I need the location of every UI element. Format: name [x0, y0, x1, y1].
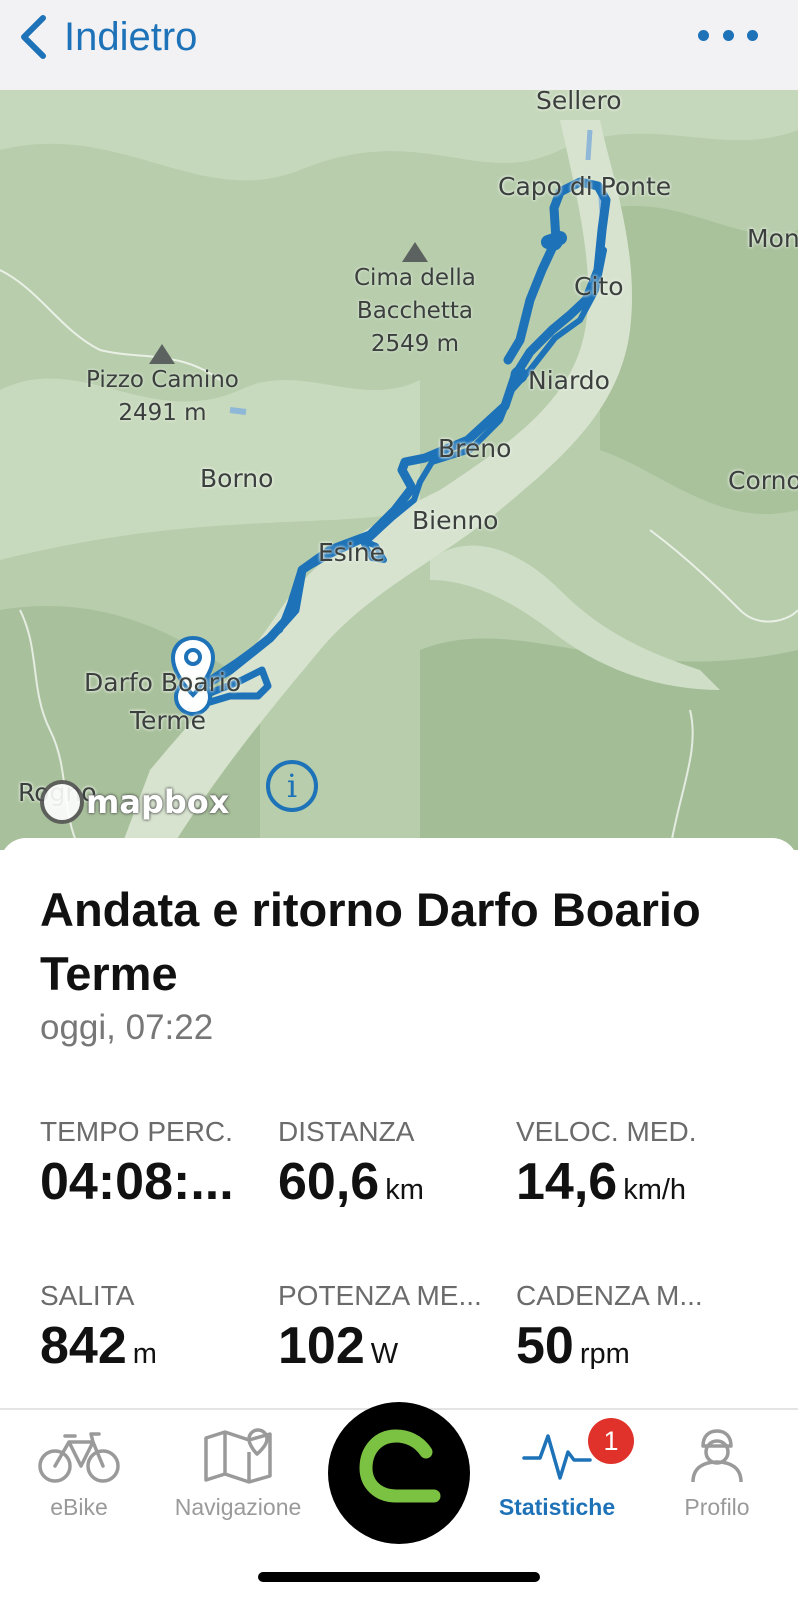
peak-label: Pizzo Camino 2491 m: [86, 344, 239, 430]
tab-profile[interactable]: Profilo: [642, 1428, 792, 1521]
start-ride-button[interactable]: [328, 1402, 470, 1544]
place-label: Niardo: [528, 366, 610, 395]
more-horizontal-icon: [698, 29, 709, 41]
stat-avg-power: POTENZA ME... 102 W: [278, 1280, 482, 1375]
place-label: Corno: [728, 466, 798, 495]
map-icon: [204, 1428, 272, 1484]
notification-badge: 1: [588, 1418, 634, 1464]
terrain-background: [0, 90, 798, 850]
route-map[interactable]: Sellero Capo di Ponte Mon Cito Niardo Br…: [0, 90, 798, 850]
ride-details-sheet: Andata e ritorno Darfo Boario Terme oggi…: [0, 838, 798, 1410]
peak-label: Cima della Bacchetta 2549 m: [354, 242, 476, 361]
chevron-left-icon: [21, 15, 46, 59]
back-label: Indietro: [64, 14, 198, 59]
stat-avg-speed: VELOC. MED. 14,6 km/h: [516, 1116, 697, 1211]
stat-elevation-gain: SALITA 842 m: [40, 1280, 157, 1375]
mountain-icon: [149, 344, 176, 364]
profile-icon: [691, 1429, 743, 1483]
place-label: Breno: [438, 434, 512, 463]
activity-icon: [522, 1434, 592, 1480]
mapbox-icon: [40, 780, 84, 824]
place-label: Borno: [200, 464, 274, 493]
top-navigation-bar: Indietro: [0, 0, 798, 90]
place-label: Terme: [130, 706, 206, 735]
place-label: Darfo Boario: [84, 668, 242, 697]
stat-travel-time: TEMPO PERC. 04:08:...: [40, 1116, 234, 1211]
place-label: Mon: [747, 224, 798, 253]
tab-ebike[interactable]: eBike: [4, 1428, 154, 1521]
place-label: Sellero: [536, 90, 622, 115]
tab-navigation[interactable]: Navigazione: [163, 1428, 313, 1521]
place-label: Bienno: [412, 506, 499, 535]
mountain-icon: [401, 242, 428, 262]
place-label: Cito: [574, 272, 624, 301]
stat-avg-cadence: CADENZA M... 50 rpm: [516, 1280, 703, 1375]
bike-icon: [38, 1432, 120, 1483]
home-indicator: [258, 1572, 540, 1582]
more-options-button[interactable]: [698, 22, 758, 48]
place-label: Esine: [318, 538, 385, 567]
mapbox-logo: mapbox: [40, 780, 229, 824]
map-info-button[interactable]: i: [266, 760, 318, 812]
ride-title: Andata e ritorno Darfo Boario Terme: [40, 883, 701, 1000]
ride-time: oggi, 07:22: [40, 1008, 214, 1047]
place-label: Capo di Ponte: [498, 172, 672, 201]
back-button[interactable]: Indietro: [18, 12, 197, 62]
stat-distance: DISTANZA 60,6 km: [278, 1116, 424, 1211]
ride-start-icon: [359, 1429, 441, 1503]
